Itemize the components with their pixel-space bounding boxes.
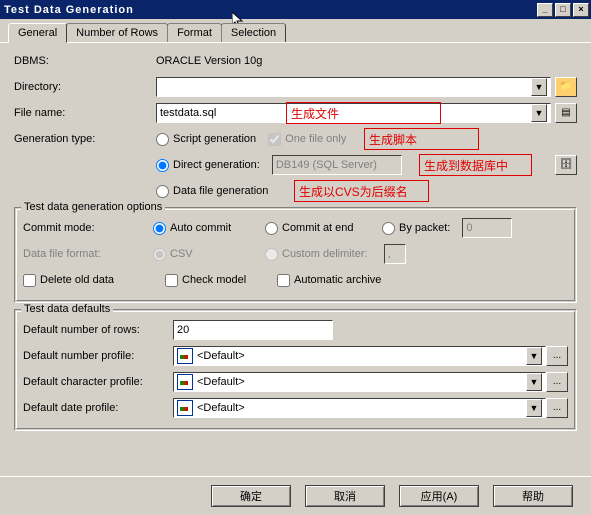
annotation-gen-db: 生成到数据库中 [419, 154, 532, 176]
direct-db-field [272, 155, 402, 175]
profile-icon [177, 400, 193, 416]
dbms-label: DBMS: [14, 55, 156, 67]
annotation-gen-cvs: 生成以CVS为后缀名 [294, 180, 429, 202]
filename-label: File name: [14, 107, 156, 119]
default-rows-label: Default number of rows: [23, 324, 173, 336]
check-automatic-archive[interactable]: Automatic archive [277, 274, 381, 287]
check-delete-old-data[interactable]: Delete old data [23, 274, 153, 287]
help-button[interactable]: 帮助 [493, 485, 573, 507]
directory-label: Directory: [14, 81, 156, 93]
tab-number-of-rows[interactable]: Number of Rows [66, 23, 168, 42]
radio-by-packet[interactable]: By packet: [382, 222, 450, 235]
browse-folder-button[interactable]: 📁 [555, 77, 577, 97]
chevron-down-icon[interactable]: ▼ [531, 78, 547, 96]
gentype-label: Generation type: [14, 133, 156, 145]
ok-button[interactable]: 确定 [211, 485, 291, 507]
dbms-value: ORACLE Version 10g [156, 55, 262, 67]
chevron-down-icon[interactable]: ▼ [526, 399, 542, 417]
radio-data-file-generation[interactable]: Data file generation [156, 185, 268, 198]
directory-combo[interactable]: ▼ [156, 77, 551, 97]
default-number-profile-combo[interactable]: <Default>▼ [173, 346, 546, 366]
group-data-defaults: Test data defaults Default number of row… [14, 309, 577, 431]
radio-direct-generation[interactable]: Direct generation: [156, 159, 260, 172]
radio-csv: CSV [153, 248, 253, 261]
annotation-gen-script: 生成脚本 [364, 128, 479, 150]
default-number-profile-label: Default number profile: [23, 350, 173, 362]
chevron-down-icon[interactable]: ▼ [526, 373, 542, 391]
profile-icon [177, 348, 193, 364]
window-title: Test Data Generation [2, 4, 535, 16]
ellipsis-button[interactable]: ... [546, 372, 568, 392]
ellipsis-button[interactable]: ... [546, 346, 568, 366]
db-connect-button[interactable]: 🗄 [555, 155, 577, 175]
button-bar: 确定 取消 应用(A) 帮助 [0, 476, 591, 515]
edit-file-button[interactable]: ▤ [555, 103, 577, 123]
check-one-file-only: One file only [268, 133, 346, 146]
radio-script-generation[interactable]: Script generation [156, 133, 256, 146]
default-char-profile-combo[interactable]: <Default>▼ [173, 372, 546, 392]
apply-button[interactable]: 应用(A) [399, 485, 479, 507]
minimize-button[interactable]: _ [537, 3, 553, 17]
maximize-button[interactable]: □ [555, 3, 571, 17]
chevron-down-icon[interactable]: ▼ [526, 347, 542, 365]
close-button[interactable]: × [573, 3, 589, 17]
default-date-profile-combo[interactable]: <Default>▼ [173, 398, 546, 418]
check-check-model[interactable]: Check model [165, 274, 265, 287]
radio-commit-end[interactable]: Commit at end [265, 222, 370, 235]
commit-mode-label: Commit mode: [23, 222, 153, 234]
filename-combo[interactable]: testdata.sql▼ [156, 103, 551, 123]
data-file-format-label: Data file format: [23, 248, 153, 260]
general-panel: DBMS: ORACLE Version 10g Directory: ▼ 📁 … [0, 43, 591, 445]
tab-general[interactable]: General [8, 23, 67, 43]
cancel-button[interactable]: 取消 [305, 485, 385, 507]
profile-icon [177, 374, 193, 390]
radio-auto-commit[interactable]: Auto commit [153, 222, 253, 235]
ellipsis-button[interactable]: ... [546, 398, 568, 418]
default-char-profile-label: Default character profile: [23, 376, 173, 388]
tab-selection[interactable]: Selection [221, 23, 286, 42]
custom-delim-field [384, 244, 406, 264]
tab-strip: General Number of Rows Format Selection [0, 19, 591, 43]
group-generation-options: Test data generation options Commit mode… [14, 207, 577, 303]
title-bar: Test Data Generation _ □ × [0, 0, 591, 19]
radio-custom-delimiter: Custom delimiter: [265, 248, 368, 261]
chevron-down-icon[interactable]: ▼ [531, 104, 547, 122]
by-packet-field [462, 218, 512, 238]
tab-format[interactable]: Format [167, 23, 222, 42]
default-rows-field[interactable] [173, 320, 333, 340]
default-date-profile-label: Default date profile: [23, 402, 173, 414]
